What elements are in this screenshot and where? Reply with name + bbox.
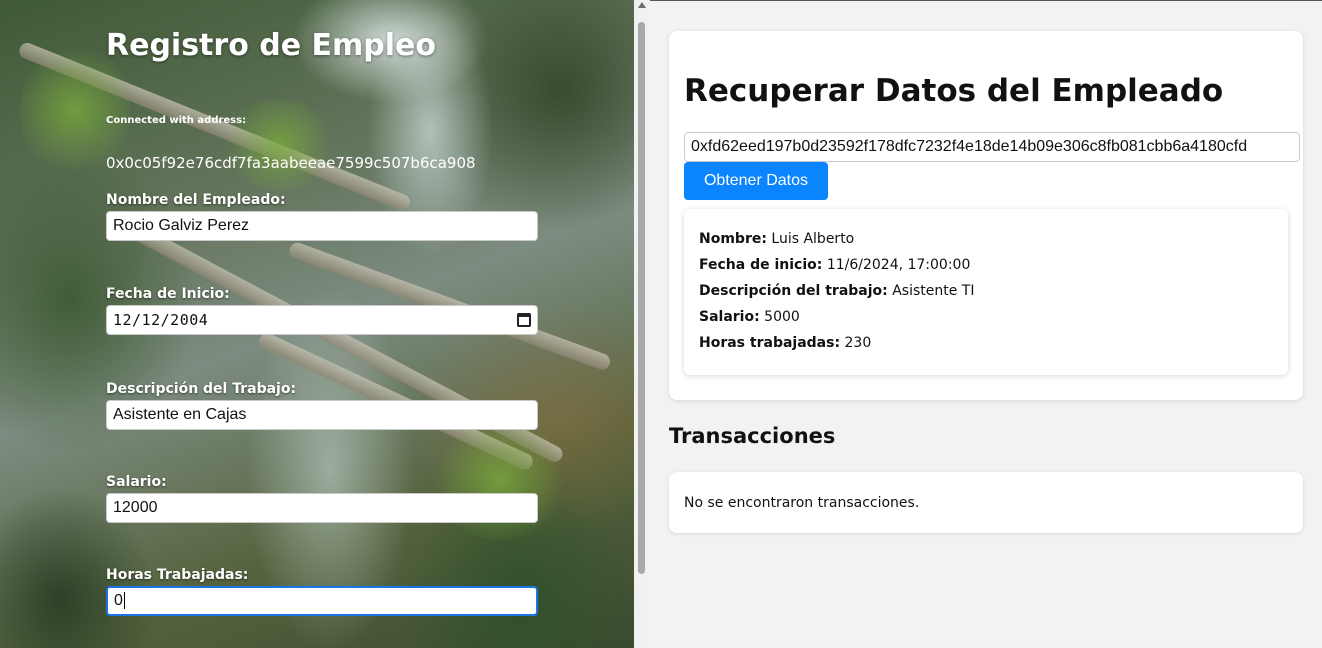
registration-title: Registro de Empleo — [106, 28, 436, 63]
detail-description-value: Asistente TI — [892, 283, 975, 299]
hours-worked-value: 0 — [114, 592, 123, 609]
job-description-label: Descripción del Trabajo: — [106, 381, 297, 397]
scrollbar-thumb[interactable] — [638, 22, 645, 574]
transaction-hash-input[interactable]: 0xfd62eed197b0d23592f178dfc7232f4e18de14… — [684, 132, 1300, 162]
detail-salary-label: Salario: — [699, 309, 760, 325]
scroll-up-arrow-icon[interactable] — [638, 2, 646, 8]
retrieve-card: Recuperar Datos del Empleado 0xfd62eed19… — [669, 31, 1303, 400]
start-date-input[interactable]: 12/12/2004 — [106, 305, 538, 335]
start-date-value: 12/12/2004 — [113, 311, 209, 329]
detail-start-date: Fecha de inicio: 11/6/2024, 17:00:00 — [699, 257, 970, 273]
detail-hours-value: 230 — [844, 335, 872, 351]
job-description-input[interactable]: Asistente en Cajas — [106, 400, 538, 430]
hours-worked-input[interactable]: 0 — [106, 586, 538, 616]
detail-name-label: Nombre: — [699, 231, 767, 247]
detail-name-value: Luis Alberto — [771, 231, 855, 247]
detail-start-date-label: Fecha de inicio: — [699, 257, 823, 273]
hours-worked-value-wrap: 0 — [114, 592, 125, 610]
retrieve-title: Recuperar Datos del Empleado — [684, 73, 1224, 109]
divider — [650, 0, 1322, 1]
connected-label: Connected with address: — [106, 115, 247, 126]
employee-name-value: Rocio Galviz Perez — [113, 217, 250, 234]
transactions-title: Transacciones — [669, 424, 836, 448]
get-data-button[interactable]: Obtener Datos — [684, 162, 828, 200]
text-caret — [123, 592, 125, 610]
detail-start-date-value: 11/6/2024, 17:00:00 — [826, 257, 971, 273]
employee-name-label: Nombre del Empleado: — [106, 192, 286, 208]
detail-hours-label: Horas trabajadas: — [699, 335, 841, 351]
salary-value: 12000 — [113, 499, 158, 516]
employee-details: Nombre: Luis Alberto Fecha de inicio: 11… — [684, 209, 1288, 375]
transactions-empty-message: No se encontraron transacciones. — [684, 495, 920, 511]
job-description-value: Asistente en Cajas — [113, 406, 247, 423]
detail-hours: Horas trabajadas: 230 — [699, 335, 871, 351]
transactions-card: No se encontraron transacciones. — [669, 472, 1303, 533]
hours-worked-label: Horas Trabajadas: — [106, 567, 249, 583]
detail-description: Descripción del trabajo: Asistente TI — [699, 283, 974, 299]
start-date-label: Fecha de Inicio: — [106, 286, 230, 302]
detail-name: Nombre: Luis Alberto — [699, 231, 854, 247]
salary-input[interactable]: 12000 — [106, 493, 538, 523]
connected-address: 0x0c05f92e76cdf7fa3aabeeae7599c507b6ca90… — [106, 154, 476, 172]
salary-label: Salario: — [106, 474, 167, 490]
detail-description-label: Descripción del trabajo: — [699, 283, 888, 299]
detail-salary-value: 5000 — [764, 309, 800, 325]
left-panel-scrollbar[interactable] — [634, 0, 650, 648]
detail-salary: Salario: 5000 — [699, 309, 800, 325]
calendar-icon[interactable] — [517, 313, 531, 327]
employee-name-input[interactable]: Rocio Galviz Perez — [106, 211, 538, 241]
background-foliage — [220, 100, 340, 190]
transaction-hash-value: 0xfd62eed197b0d23592f178dfc7232f4e18de14… — [691, 138, 1248, 155]
registration-panel: Registro de Empleo Connected with addres… — [0, 0, 634, 648]
